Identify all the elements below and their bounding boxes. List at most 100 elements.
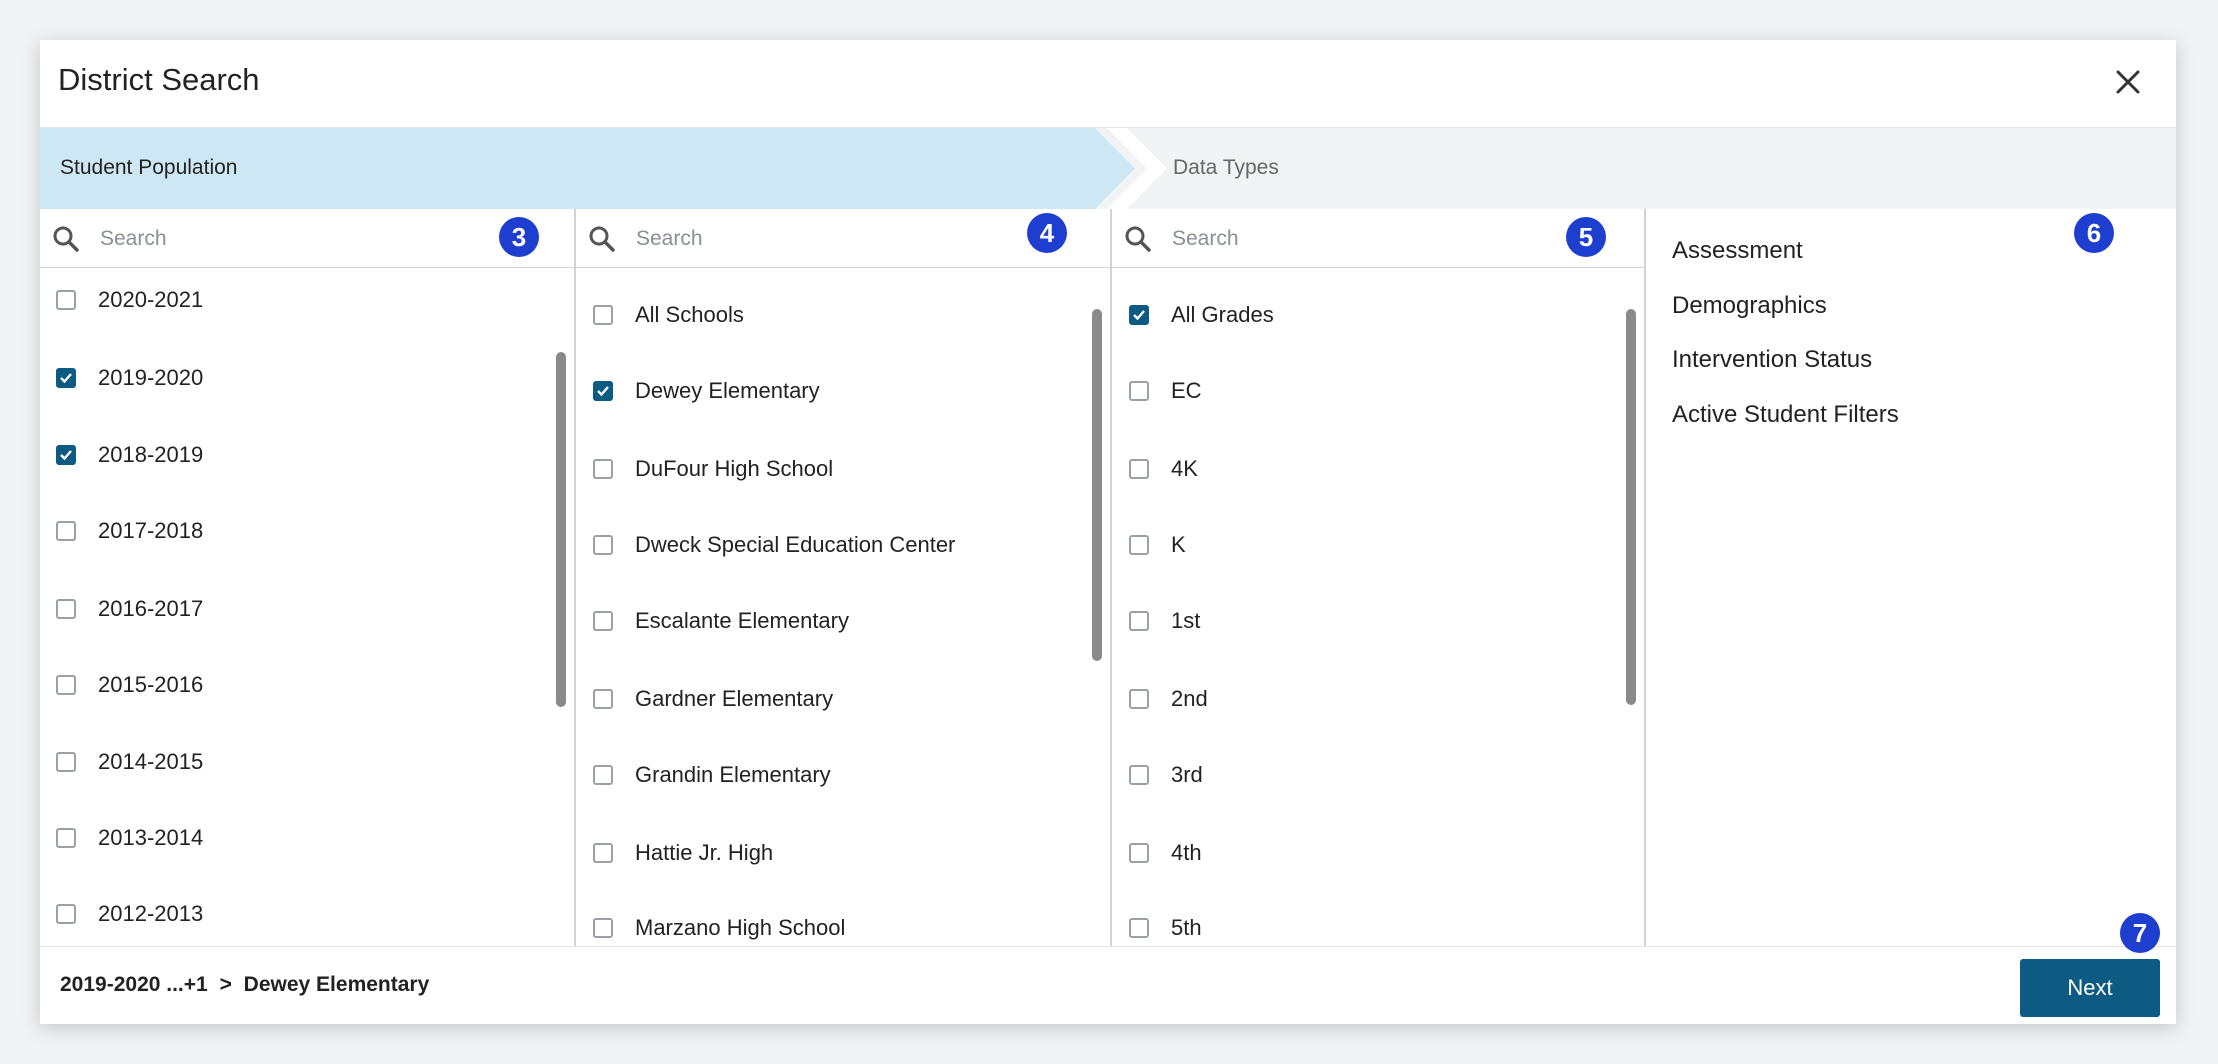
list-item[interactable]: 2016-2017: [40, 589, 574, 629]
list-item[interactable]: DuFour High School: [576, 449, 1110, 489]
list-item[interactable]: 2nd: [1112, 679, 1644, 719]
list-item-label: 2012-2013: [98, 901, 204, 926]
list-item-label: 2015-2016: [98, 672, 204, 697]
list-item-label: 1st: [1171, 608, 1201, 633]
checkbox[interactable]: [593, 689, 613, 709]
checkbox[interactable]: [56, 521, 76, 541]
school-scrollbar[interactable]: [1092, 309, 1102, 661]
grade-search-input[interactable]: [1170, 221, 1474, 257]
list-item-label: 2020-2021: [98, 287, 204, 312]
list-item[interactable]: 2018-2019: [40, 435, 574, 475]
list-item[interactable]: All Schools: [576, 295, 1110, 335]
list-item[interactable]: Hattie Jr. High: [576, 833, 1110, 873]
list-item[interactable]: 3rd: [1112, 755, 1644, 795]
list-item-label: 4K: [1171, 456, 1198, 481]
accordion-item[interactable]: Active Student Filters: [1672, 395, 2176, 435]
list-item-label: 3rd: [1171, 762, 1203, 787]
accordion-item-label: Active Student Filters: [1672, 401, 1899, 428]
list-item[interactable]: 2017-2018: [40, 511, 574, 551]
checkbox[interactable]: [1129, 918, 1149, 938]
school-search-input[interactable]: [634, 221, 938, 257]
step-data-types[interactable]: Data Types: [1173, 156, 1279, 180]
list-item[interactable]: K: [1112, 525, 1644, 565]
step-badge-3: 3: [499, 217, 539, 257]
list-item-label: 2013-2014: [98, 825, 204, 850]
checkbox[interactable]: [56, 904, 76, 924]
list-item[interactable]: 4K: [1112, 449, 1644, 489]
data-types-panel: 6 Assessment Demographics Intervention Sta…: [1646, 209, 2176, 946]
accordion-item[interactable]: Assessment: [1672, 231, 2176, 271]
checkbox[interactable]: [593, 918, 613, 938]
step-student-population[interactable]: Student Population: [60, 156, 237, 180]
accordion-item[interactable]: Intervention Status: [1672, 340, 2176, 380]
list-item[interactable]: Gardner Elementary: [576, 679, 1110, 719]
checkbox[interactable]: [593, 843, 613, 863]
list-item[interactable]: 2012-2013: [40, 894, 574, 934]
close-icon[interactable]: [2108, 62, 2148, 102]
checkbox-checked[interactable]: [56, 368, 76, 388]
year-search: 3: [40, 209, 574, 268]
dialog-title: District Search: [58, 62, 260, 97]
list-item[interactable]: Grandin Elementary: [576, 755, 1110, 795]
checkbox[interactable]: [593, 305, 613, 325]
step-badge-7: 7: [2120, 913, 2160, 953]
list-item[interactable]: Dewey Elementary: [576, 371, 1110, 411]
checkbox[interactable]: [1129, 611, 1149, 631]
checkbox[interactable]: [56, 675, 76, 695]
checkbox[interactable]: [593, 535, 613, 555]
list-item[interactable]: 2020-2021: [40, 280, 574, 320]
search-icon: [588, 225, 616, 258]
checkbox[interactable]: [56, 752, 76, 772]
accordion-item-label: Demographics: [1672, 292, 1827, 319]
dialog-footer: 2019-2020 ...+1 > Dewey Elementary 7 Nex…: [40, 913, 2176, 1024]
checkbox[interactable]: [1129, 459, 1149, 479]
step-badge-5: 5: [1566, 217, 1606, 257]
checkbox[interactable]: [1129, 765, 1149, 785]
list-item[interactable]: EC: [1112, 371, 1644, 411]
accordion-item-label: Assessment: [1672, 237, 1803, 264]
checkbox[interactable]: [56, 828, 76, 848]
checkbox-checked[interactable]: [1129, 305, 1149, 325]
list-item-label: 2017-2018: [98, 518, 204, 543]
checkbox[interactable]: [1129, 381, 1149, 401]
list-item[interactable]: Marzano High School: [576, 908, 1110, 946]
next-button[interactable]: Next: [2020, 959, 2160, 1017]
school-year-column: 3 2020-2021 2019-2020 2018-2019 2017-2018 20…: [40, 209, 576, 946]
list-item-label: Escalante Elementary: [635, 608, 849, 633]
list-item[interactable]: 2015-2016: [40, 665, 574, 705]
list-item-label: All Schools: [635, 302, 744, 327]
checkbox[interactable]: [593, 611, 613, 631]
grade-scrollbar[interactable]: [1626, 309, 1636, 705]
checkbox[interactable]: [56, 599, 76, 619]
list-item[interactable]: 1st: [1112, 601, 1644, 641]
stepper: Student Population Data Types: [40, 128, 2176, 209]
school-column: 4 All Schools Dewey Elementary DuFour High…: [576, 209, 1112, 946]
list-item[interactable]: 2013-2014: [40, 818, 574, 858]
checkbox[interactable]: [593, 765, 613, 785]
list-item[interactable]: Escalante Elementary: [576, 601, 1110, 641]
list-item[interactable]: 5th: [1112, 908, 1644, 946]
list-item[interactable]: 4th: [1112, 833, 1644, 873]
list-item-label: 2014-2015: [98, 749, 204, 774]
checkbox-checked[interactable]: [56, 445, 76, 465]
accordion-item[interactable]: Demographics: [1672, 286, 2176, 326]
selection-breadcrumb: 2019-2020 ...+1 > Dewey Elementary: [60, 973, 435, 997]
year-scrollbar[interactable]: [556, 352, 566, 707]
checkbox[interactable]: [56, 290, 76, 310]
search-icon: [52, 225, 80, 258]
checkbox[interactable]: [593, 459, 613, 479]
checkbox[interactable]: [1129, 843, 1149, 863]
checkbox-checked[interactable]: [593, 381, 613, 401]
list-item-label: Dweck Special Education Center: [635, 532, 956, 557]
list-item[interactable]: 2019-2020: [40, 358, 574, 398]
year-search-input[interactable]: [98, 221, 402, 257]
checkbox[interactable]: [1129, 689, 1149, 709]
list-item[interactable]: Dweck Special Education Center: [576, 525, 1110, 565]
grade-column: 5 All Grades EC 4K K 1st 2nd 3rd 4th 5th: [1112, 209, 1646, 946]
list-item-label: Grandin Elementary: [635, 762, 831, 787]
school-list: All Schools Dewey Elementary DuFour High S…: [576, 269, 1110, 946]
checkbox[interactable]: [1129, 535, 1149, 555]
list-item[interactable]: 2014-2015: [40, 742, 574, 782]
list-item[interactable]: All Grades: [1112, 295, 1644, 335]
list-item-label: Gardner Elementary: [635, 686, 834, 711]
